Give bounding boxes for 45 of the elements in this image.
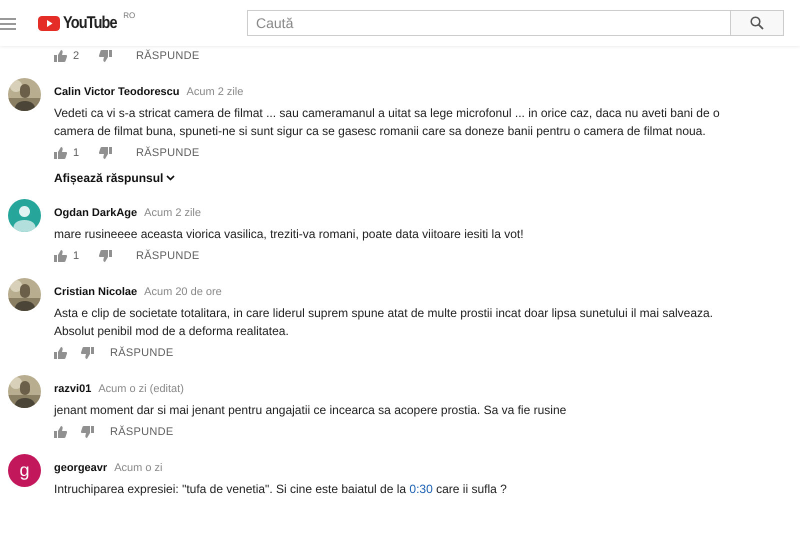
comment-text: Asta e clip de societate totalitara, in care liderul suprem spune atat de multe prostii incat doar lipsa sunetului il mai salveaza. Absolut penibil mod de a deforma realitatea. [54, 305, 714, 340]
thumbs-down-icon[interactable] [99, 250, 112, 262]
author-name[interactable]: Cristian Nicolae [54, 285, 138, 299]
avatar-letter[interactable]: g [8, 454, 41, 487]
reply-button[interactable]: RĂSPUNDE [136, 250, 200, 262]
chevron-down-icon [166, 175, 176, 181]
reply-button[interactable]: RĂSPUNDE [110, 347, 174, 359]
thumbs-up-icon[interactable] [54, 426, 67, 438]
thumbs-down-icon[interactable] [81, 347, 94, 359]
reply-button[interactable]: RĂSPUNDE [110, 426, 174, 438]
like-count: 1 [73, 147, 80, 159]
thumbs-up-icon[interactable] [54, 347, 67, 359]
like-count: 1 [73, 250, 80, 262]
thumbs-down-icon[interactable] [99, 50, 112, 62]
comment-time[interactable]: Acum o zi [114, 461, 162, 475]
play-logo-icon[interactable] [38, 16, 60, 30]
thumbs-up-icon[interactable] [54, 147, 67, 159]
author-name[interactable]: Ogdan DarkAge [54, 206, 138, 220]
comment-text: mare rusineeee aceasta viorica vasilica, treziti-va romani, poate data viitoare iesiti la vot! [54, 226, 525, 243]
menu-icon[interactable] [0, 17, 16, 29]
search-button[interactable] [730, 10, 784, 36]
author-name[interactable]: Calin Victor Teodorescu [54, 85, 180, 99]
comment-time[interactable]: Acum o zi (editat) [98, 382, 184, 396]
comment-text: jenant moment dar si mai jenant pentru angajatii ce incearca sa acopere prostia. Sa va fie rusine [54, 402, 568, 419]
thumbs-down-icon[interactable] [99, 147, 112, 159]
author-name[interactable]: georgeavr [54, 461, 108, 475]
thumbs-down-icon[interactable] [81, 426, 94, 438]
comment-text: Vedeti ca vi s-a stricat camera de filmat ... sau cameramanul a uitat sa lege microfonul ... in orice caz, daca nu aveti bani de o camera de filmat buna, spuneti-ne si sunt sigur ca se gasesc romanii care sa doneze banii pentru o camera de filmat noua. [54, 105, 721, 140]
comment-time[interactable]: Acum 20 de ore [144, 285, 222, 299]
reply-button[interactable]: RĂSPUNDE [136, 50, 200, 62]
author-name[interactable]: razvi01 [54, 382, 92, 396]
comment-text: Intruchiparea expresiei: "tufa de venetia". Si cine este baiatul de la 0:30 care ii sufla ? [54, 481, 508, 498]
thumbs-up-icon[interactable] [54, 250, 67, 262]
thumbs-up-icon[interactable] [54, 50, 67, 62]
reply-button[interactable]: RĂSPUNDE [136, 147, 200, 159]
logo-text[interactable]: YouTube [63, 13, 117, 33]
show-replies-button[interactable]: Afișează răspunsul [54, 171, 176, 185]
comment-time[interactable]: Acum 2 zile [186, 85, 244, 99]
avatar-silhouette-icon[interactable] [8, 199, 41, 232]
timestamp-link[interactable]: 0:30 [409, 482, 433, 496]
search-field[interactable]: Caută [247, 10, 730, 36]
region-label: RO [123, 11, 136, 20]
like-count: 2 [73, 50, 80, 62]
search-icon [750, 16, 764, 30]
comment-time[interactable]: Acum 2 zile [144, 206, 201, 220]
